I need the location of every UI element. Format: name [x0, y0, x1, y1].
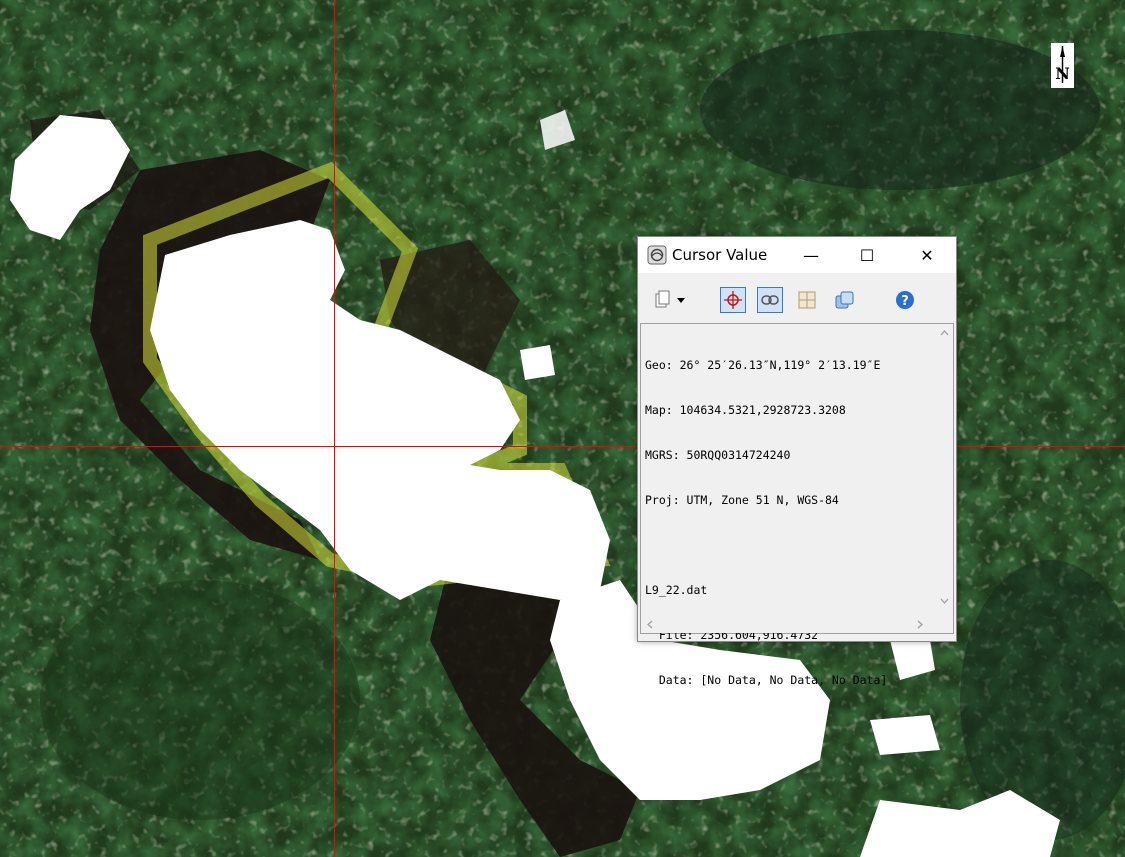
close-button[interactable]: ✕	[904, 237, 950, 273]
grid-icon[interactable]	[794, 287, 820, 313]
minimize-button[interactable]: —	[788, 237, 834, 273]
north-label: N	[1055, 64, 1070, 83]
app-icon	[647, 245, 667, 265]
proj-line: Proj: UTM, Zone 51 N, WGS-84	[645, 493, 839, 507]
crosshair-vertical-line	[334, 0, 335, 857]
help-icon[interactable]: ?	[892, 287, 918, 313]
crosshair-icon[interactable]	[720, 287, 746, 313]
scroll-up-arrow-icon[interactable]	[940, 328, 949, 339]
toolbar: ?	[638, 273, 956, 323]
scroll-down-arrow-icon[interactable]	[940, 596, 949, 607]
dropdown-arrow-icon[interactable]	[674, 287, 688, 313]
svg-text:?: ?	[901, 294, 909, 309]
link-icon[interactable]	[757, 287, 783, 313]
window-title: Cursor Value	[672, 246, 768, 264]
cursor-value-lines: Geo: 26° 25′26.13″N,119° 2′13.19″E Map: …	[645, 328, 927, 718]
north-arrow-icon: N	[1051, 43, 1074, 88]
layers-icon[interactable]	[832, 287, 858, 313]
file-name-line: L9_22.dat	[645, 583, 708, 597]
geo-line: Geo: 26° 25′26.13″N,119° 2′13.19″E	[645, 358, 881, 372]
cursor-value-window[interactable]: Cursor Value — ☐ ✕ ? Geo: 26° 25′26.13″N…	[637, 236, 957, 687]
scroll-left-arrow-icon[interactable]	[647, 620, 653, 632]
window-titlebar[interactable]: Cursor Value — ☐ ✕	[638, 237, 956, 273]
scroll-right-arrow-icon[interactable]	[917, 620, 923, 632]
cursor-value-text-area[interactable]: Geo: 26° 25′26.13″N,119° 2′13.19″E Map: …	[640, 323, 954, 687]
vertical-scrollbar[interactable]	[936, 324, 953, 616]
data-values-line: Data: [No Data, No Data, No Data]	[645, 673, 888, 687]
mgrs-line: MGRS: 50RQQ0314724240	[645, 448, 791, 462]
maximize-button[interactable]: ☐	[844, 237, 890, 273]
copy-icon[interactable]	[650, 287, 676, 313]
map-line: Map: 104634.5321,2928723.3208	[645, 403, 846, 417]
horizontal-scrollbar[interactable]	[641, 616, 936, 633]
